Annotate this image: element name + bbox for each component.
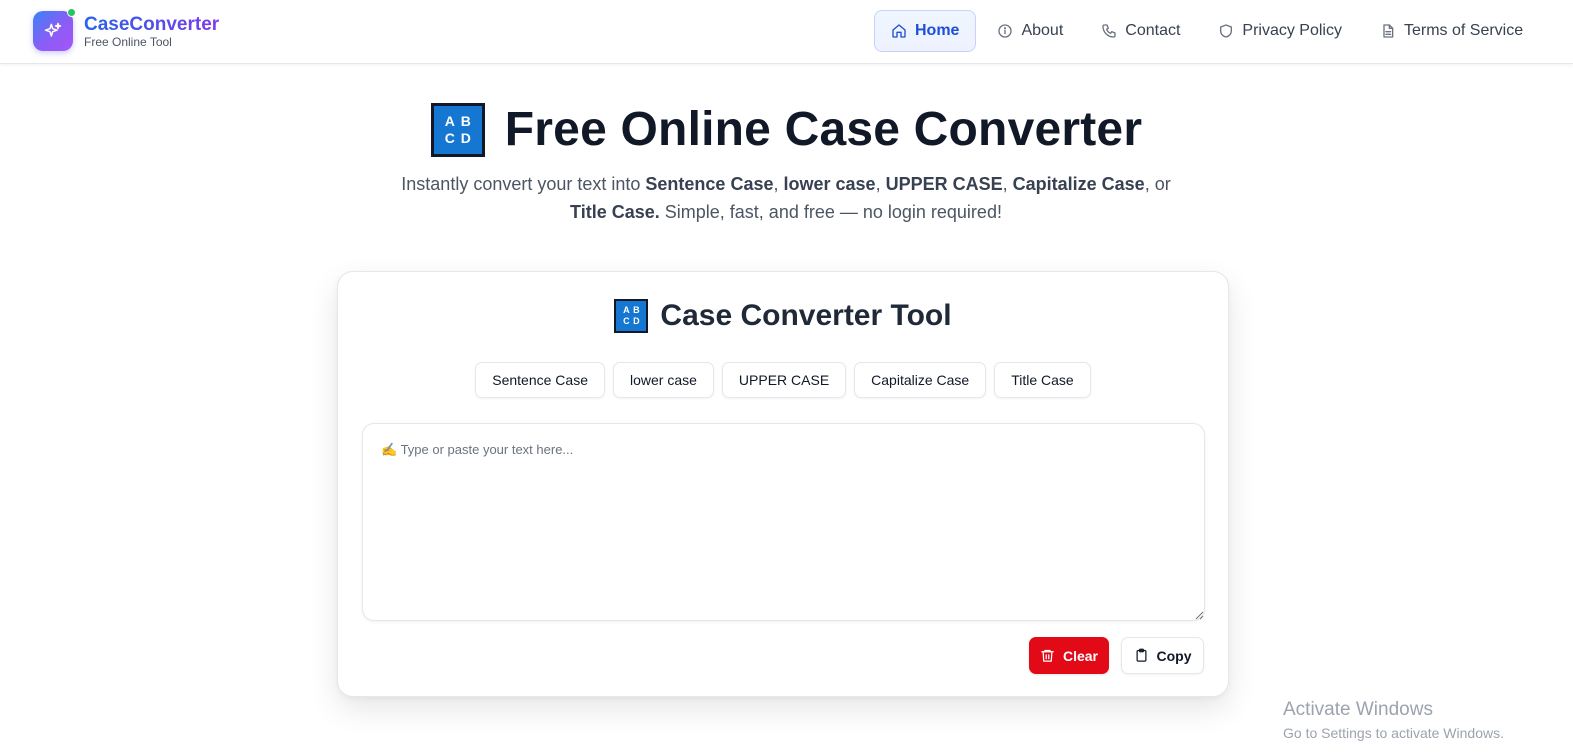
activate-windows-watermark: Activate Windows Go to Settings to activ… — [1283, 699, 1504, 745]
abcd-icon: A B C D — [614, 299, 649, 333]
title-case-button[interactable]: Title Case — [994, 362, 1091, 398]
desc-text: Instantly convert your text into — [401, 174, 646, 194]
desc-text: , or — [1144, 174, 1171, 194]
desc-text: , — [875, 174, 886, 194]
nav-item-terms-of-service[interactable]: Terms of Service — [1363, 10, 1540, 52]
badge-letter: A — [623, 305, 630, 315]
card-title-row: A B C D Case Converter Tool — [338, 299, 1228, 333]
capitalize-case-button[interactable]: Capitalize Case — [854, 362, 987, 398]
watermark-subtitle: Go to Settings to activate Windows. — [1283, 725, 1504, 741]
clipboard-icon — [1136, 648, 1146, 662]
shield-icon — [1220, 24, 1233, 38]
badge-letter: A — [444, 112, 455, 129]
desc-text: , — [1002, 174, 1013, 194]
nav-label-home: Home — [915, 22, 960, 39]
hero-description: Instantly convert your text into Sentenc… — [386, 170, 1186, 226]
nav-label-terms-of-service: Terms of Service — [1403, 22, 1524, 39]
brand[interactable]: CaseConverter Free Online Tool — [33, 8, 220, 51]
nav-item-contact[interactable]: Contact — [1084, 10, 1197, 52]
online-status-dot — [67, 8, 76, 17]
converter-card: A B C D Case Converter Tool Sentence Cas… — [337, 271, 1229, 697]
watermark-title: Activate Windows — [1283, 699, 1433, 720]
desc-text: , — [773, 174, 784, 194]
sentence-case-button[interactable]: Sentence Case — [475, 362, 605, 398]
upper-case-button[interactable]: UPPER CASE — [721, 362, 847, 398]
main-nav: Home About Contact Privacy Policy Terms … — [874, 10, 1544, 52]
badge-letter: D — [633, 316, 640, 326]
badge-letter: D — [460, 129, 471, 146]
nav-label-contact: Contact — [1125, 22, 1181, 39]
document-icon — [1383, 24, 1394, 38]
desc-case-name: Title Case. — [570, 202, 660, 222]
badge-letter: C — [444, 129, 455, 146]
nav-item-home[interactable]: Home — [874, 10, 977, 52]
desc-case-name: Capitalize Case — [1012, 174, 1145, 194]
logo — [33, 8, 76, 51]
resize-handle-icon[interactable] — [1195, 611, 1204, 620]
brand-tagline: Free Online Tool — [84, 34, 172, 49]
nav-item-about[interactable]: About — [980, 10, 1080, 52]
copy-button[interactable]: Copy — [1121, 637, 1204, 674]
nav-label-privacy-policy: Privacy Policy — [1242, 22, 1342, 39]
brand-name: CaseConverter — [84, 13, 220, 35]
tool-title: Case Converter Tool — [660, 299, 952, 332]
lower-case-button[interactable]: lower case — [612, 362, 714, 398]
phone-icon — [1102, 24, 1116, 38]
action-buttons: Clear Copy — [1029, 637, 1204, 674]
desc-case-name: UPPER CASE — [885, 174, 1003, 194]
desc-text: Simple, fast, and free — no login requir… — [659, 202, 1002, 222]
clear-button[interactable]: Clear — [1029, 637, 1109, 674]
info-icon — [998, 24, 1013, 38]
desc-case-name: Sentence Case — [645, 174, 774, 194]
trash-icon — [1041, 649, 1054, 662]
hero-title-row: A B C D Free Online Case Converter — [0, 102, 1573, 157]
badge-letter: B — [633, 305, 640, 315]
page-title: Free Online Case Converter — [504, 103, 1143, 156]
text-input[interactable] — [362, 423, 1205, 621]
copy-label: Copy — [1156, 647, 1192, 664]
top-navbar: CaseConverter Free Online Tool Home Abou… — [0, 0, 1573, 64]
home-icon — [892, 24, 906, 38]
badge-letter: C — [623, 316, 630, 326]
badge-letter: B — [460, 112, 471, 129]
nav-label-about: About — [1021, 22, 1064, 39]
nav-item-privacy-policy[interactable]: Privacy Policy — [1201, 10, 1359, 52]
case-mode-buttons: Sentence Case lower case UPPER CASE Capi… — [338, 362, 1228, 398]
abcd-icon: A B C D — [430, 102, 485, 157]
clear-label: Clear — [1062, 647, 1099, 664]
sparkles-icon — [44, 22, 62, 37]
desc-case-name: lower case — [783, 174, 876, 194]
